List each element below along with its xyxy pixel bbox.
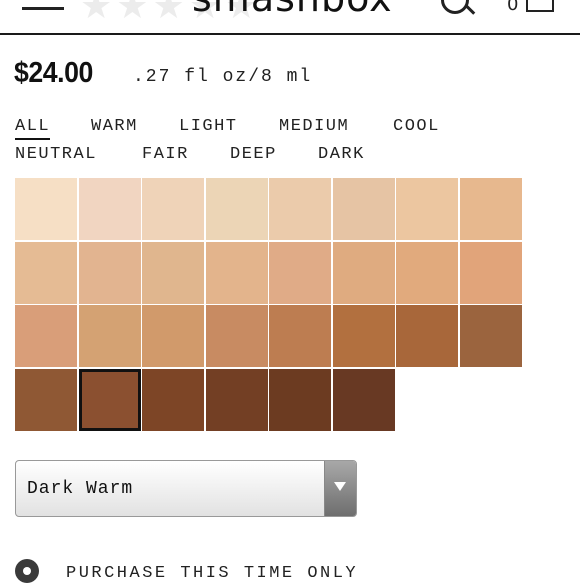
select-arrow-button[interactable] (324, 461, 356, 516)
shade-swatch[interactable] (206, 305, 268, 367)
filter-tab-warm[interactable]: WARM (91, 117, 138, 136)
shade-swatch[interactable] (460, 305, 522, 367)
filter-tab-fair[interactable]: FAIR (142, 145, 189, 164)
shade-swatch[interactable] (333, 305, 395, 367)
shade-swatch-selected[interactable] (79, 369, 141, 431)
search-icon[interactable] (441, 0, 469, 14)
shade-swatch[interactable] (206, 242, 268, 304)
shade-swatch[interactable] (396, 178, 458, 240)
purchase-once-label[interactable]: PURCHASE THIS TIME ONLY (66, 564, 358, 583)
shade-swatch[interactable] (142, 242, 204, 304)
shade-swatch[interactable] (396, 305, 458, 367)
shade-swatch[interactable] (15, 242, 77, 304)
product-size: .27 fl oz/8 ml (133, 67, 313, 87)
shade-swatch[interactable] (79, 242, 141, 304)
filter-tab-medium[interactable]: MEDIUM (279, 117, 349, 136)
shade-select[interactable]: Dark Warm (15, 460, 357, 517)
shade-swatch[interactable] (396, 242, 458, 304)
shade-select-value: Dark Warm (27, 479, 134, 499)
shade-swatch[interactable] (15, 178, 77, 240)
site-header: ★★★★★ smashbox 0 (0, 0, 580, 35)
product-price: $24.00 (14, 57, 93, 89)
filter-tab-light[interactable]: LIGHT (179, 117, 238, 136)
shade-swatch[interactable] (269, 369, 331, 431)
shade-swatch[interactable] (15, 305, 77, 367)
purchase-once-radio[interactable] (15, 559, 39, 583)
shade-swatch[interactable] (333, 178, 395, 240)
filter-tab-cool[interactable]: COOL (393, 117, 440, 136)
cart-count[interactable]: 0 (507, 0, 518, 15)
menu-icon[interactable] (22, 7, 64, 10)
brand-logo[interactable]: smashbox (192, 0, 393, 20)
cart-icon[interactable] (526, 0, 554, 12)
filter-tab-all[interactable]: ALL (15, 117, 51, 140)
shade-swatch[interactable] (206, 369, 268, 431)
shade-swatch[interactable] (269, 178, 331, 240)
filter-tab-deep[interactable]: DEEP (230, 145, 277, 164)
shade-swatch[interactable] (79, 178, 141, 240)
shade-swatch[interactable] (142, 178, 204, 240)
shade-swatch-grid (15, 178, 523, 432)
chevron-down-icon (334, 482, 346, 491)
shade-swatch[interactable] (333, 369, 395, 431)
filter-tab-neutral[interactable]: NEUTRAL (15, 145, 97, 164)
shade-swatch[interactable] (269, 242, 331, 304)
shade-swatch[interactable] (142, 369, 204, 431)
shade-swatch[interactable] (142, 305, 204, 367)
shade-swatch[interactable] (333, 242, 395, 304)
shade-swatch[interactable] (269, 305, 331, 367)
shade-swatch[interactable] (15, 369, 77, 431)
shade-swatch[interactable] (206, 178, 268, 240)
shade-swatch[interactable] (79, 305, 141, 367)
radio-selected-dot (23, 567, 31, 575)
shade-swatch[interactable] (460, 242, 522, 304)
shade-swatch[interactable] (460, 178, 522, 240)
filter-tab-dark[interactable]: DARK (318, 145, 365, 164)
